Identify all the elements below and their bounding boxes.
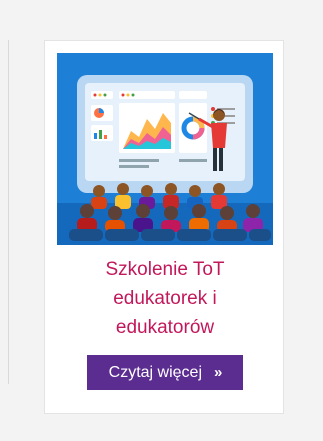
read-more-label: Czytaj więcej: [108, 363, 202, 381]
read-more-button[interactable]: Czytaj więcej »: [87, 355, 243, 390]
left-divider: [8, 40, 9, 384]
card-title-line[interactable]: Szkolenie ToT: [45, 255, 285, 284]
double-chevron-right-icon: »: [214, 364, 222, 381]
presentation-illustration[interactable]: [57, 53, 273, 245]
card-title-line[interactable]: edukatorek i: [45, 284, 285, 313]
article-card: Szkolenie ToT edukatorek i edukatorów Cz…: [44, 40, 284, 414]
card-title-line[interactable]: edukatorów: [45, 313, 285, 342]
card-title[interactable]: Szkolenie ToT edukatorek i edukatorów: [45, 255, 285, 342]
